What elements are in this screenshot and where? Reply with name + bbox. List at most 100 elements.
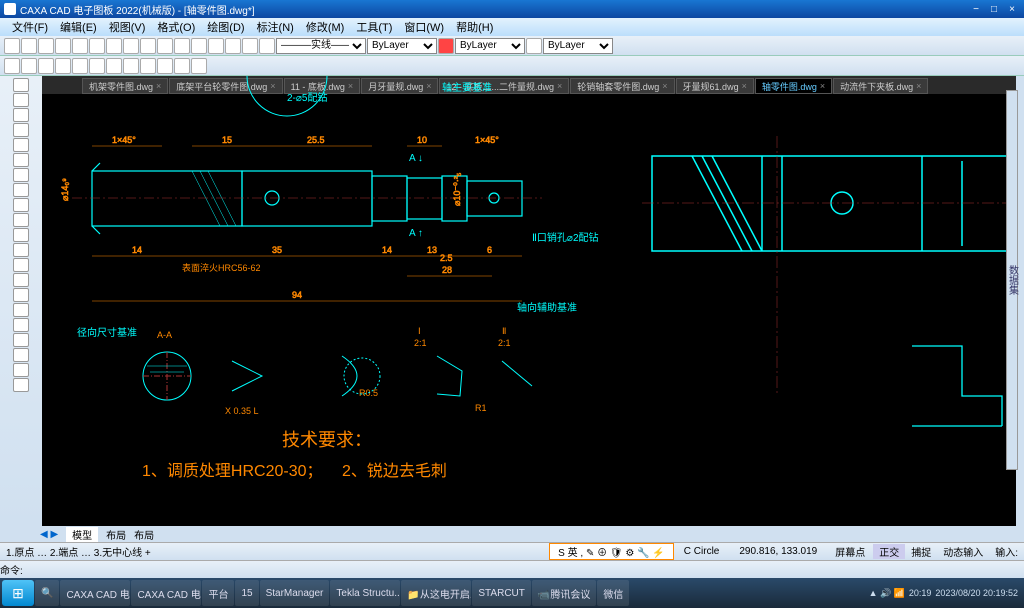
menu-edit[interactable]: 编辑(E): [54, 19, 103, 35]
tool-point-icon[interactable]: [13, 153, 29, 167]
tool-circle-icon[interactable]: [13, 108, 29, 122]
menu-modify[interactable]: 修改(M): [300, 19, 351, 35]
minimize-button[interactable]: −: [968, 2, 984, 16]
menu-dim[interactable]: 标注(N): [251, 19, 300, 35]
toolbar-draw: [0, 56, 1024, 76]
lineweight-select[interactable]: ByLayer: [543, 38, 613, 54]
tool-text-icon[interactable]: [13, 198, 29, 212]
color-select[interactable]: ByLayer: [367, 38, 437, 54]
text2-icon[interactable]: [140, 58, 156, 74]
menu-tools[interactable]: 工具(T): [350, 19, 398, 35]
tool-dim-icon[interactable]: [13, 228, 29, 242]
block-icon[interactable]: [157, 58, 173, 74]
tool-scale-icon[interactable]: [13, 333, 29, 347]
tool-offset-icon[interactable]: [13, 378, 29, 392]
hatch-icon[interactable]: [123, 58, 139, 74]
leader-icon[interactable]: [191, 58, 207, 74]
tool-fillet-icon[interactable]: [13, 243, 29, 257]
text-icon[interactable]: [259, 38, 275, 54]
maximize-button[interactable]: □: [986, 2, 1002, 16]
tool-mirror-icon[interactable]: [13, 318, 29, 332]
arc-icon[interactable]: [21, 58, 37, 74]
menu-window[interactable]: 窗口(W): [398, 19, 450, 35]
svg-text:2:1: 2:1: [414, 338, 427, 348]
snap-toggle[interactable]: 捕捉: [905, 544, 937, 559]
ellipse-icon[interactable]: [106, 58, 122, 74]
open-icon[interactable]: [21, 38, 37, 54]
tool-chamfer-icon[interactable]: [13, 258, 29, 272]
menu-view[interactable]: 视图(V): [103, 19, 152, 35]
tool-rect-icon[interactable]: [13, 123, 29, 137]
poly-icon[interactable]: [72, 58, 88, 74]
tab-model[interactable]: 模型: [66, 527, 98, 542]
dim2-icon[interactable]: [174, 58, 190, 74]
tool-copy-icon[interactable]: [13, 288, 29, 302]
taskbar-item[interactable]: 📹腾讯会议: [532, 580, 596, 606]
spline-icon[interactable]: [89, 58, 105, 74]
right-panel[interactable]: 数据集: [1006, 90, 1018, 470]
color2-select[interactable]: ByLayer: [455, 38, 525, 54]
svg-text:1×45°: 1×45°: [475, 135, 499, 145]
tool-trim-icon[interactable]: [13, 348, 29, 362]
circle-icon[interactable]: [38, 58, 54, 74]
system-tray[interactable]: ▲ 🔊 📶 20:19 2023/08/20 20:19:52: [869, 588, 1022, 599]
taskbar-item[interactable]: 平台: [202, 580, 234, 606]
new-icon[interactable]: [4, 38, 20, 54]
svg-text:轴向辅助基准: 轴向辅助基准: [517, 301, 577, 314]
redo-icon[interactable]: [140, 38, 156, 54]
taskbar-item[interactable]: CAXA CAD 电...: [131, 580, 201, 606]
start-button[interactable]: ⊞: [2, 580, 34, 606]
prop-icon[interactable]: [208, 38, 224, 54]
tool-rotate-icon[interactable]: [13, 303, 29, 317]
undo-icon[interactable]: [123, 38, 139, 54]
taskbar-item[interactable]: 15: [235, 580, 258, 606]
menu-draw[interactable]: 绘图(D): [201, 19, 250, 35]
zoom-icon[interactable]: [157, 38, 173, 54]
taskbar-item[interactable]: Tekla Structu...: [330, 580, 400, 606]
help-icon[interactable]: [225, 38, 241, 54]
toolbar-standard: ———实线——— ByLayer ByLayer ByLayer: [0, 36, 1024, 56]
screen-pt[interactable]: 屏幕点: [827, 544, 873, 559]
copy-icon[interactable]: [89, 38, 105, 54]
menu-help[interactable]: 帮助(H): [450, 19, 499, 35]
taskbar-item[interactable]: STARCUT: [472, 580, 530, 606]
pan-icon[interactable]: [174, 38, 190, 54]
line-icon[interactable]: [4, 58, 20, 74]
taskbar-search-icon[interactable]: 🔍: [35, 580, 59, 606]
color-swatch[interactable]: [438, 38, 454, 54]
dyn-toggle[interactable]: 动态输入: [937, 544, 989, 559]
tool-arc-icon[interactable]: [13, 93, 29, 107]
ime-indicator[interactable]: S 英 , ✎ ⊕ 🛡 ⚙ 🔧 ⚡: [549, 543, 674, 560]
tab-layout2[interactable]: 布局: [134, 527, 154, 542]
close-button[interactable]: ×: [1004, 2, 1020, 16]
print-icon[interactable]: [55, 38, 71, 54]
dim-icon[interactable]: [242, 38, 258, 54]
tab-layout1[interactable]: 布局: [106, 527, 126, 542]
command-line[interactable]: 命令:: [0, 560, 1024, 578]
ortho-toggle[interactable]: 正交: [873, 544, 905, 559]
taskbar-item[interactable]: StarManager: [260, 580, 330, 606]
taskbar-item[interactable]: CAXA CAD 电...: [60, 580, 130, 606]
paste-icon[interactable]: [106, 38, 122, 54]
input-lbl: 输入:: [989, 544, 1024, 559]
drawing-canvas[interactable]: 机架零件图.dwg× 底架平台轮零件图.dwg× 11 - 底板.dwg× 月牙…: [42, 76, 1016, 526]
taskbar-item[interactable]: 微信: [597, 580, 629, 606]
osnap-modes[interactable]: 1.原点 … 2.端点 … 3.无中心线 +: [0, 544, 157, 559]
tool-move-icon[interactable]: [13, 273, 29, 287]
rect-icon[interactable]: [55, 58, 71, 74]
menu-file[interactable]: 文件(F): [6, 19, 54, 35]
menu-format[interactable]: 格式(O): [151, 19, 201, 35]
tool-curve-icon[interactable]: [13, 138, 29, 152]
tool-line-icon[interactable]: [13, 78, 29, 92]
cut-icon[interactable]: [72, 38, 88, 54]
tool-extend-icon[interactable]: [13, 363, 29, 377]
lw-icon[interactable]: [526, 38, 542, 54]
tool-block-icon[interactable]: [13, 213, 29, 227]
tool-hatch-icon[interactable]: [13, 183, 29, 197]
layer-icon[interactable]: [191, 38, 207, 54]
svg-text:94: 94: [292, 290, 302, 300]
taskbar-item[interactable]: 📁从这电开启...: [401, 580, 471, 606]
linetype-select[interactable]: ———实线———: [276, 38, 366, 54]
tool-ellipse-icon[interactable]: [13, 168, 29, 182]
save-icon[interactable]: [38, 38, 54, 54]
